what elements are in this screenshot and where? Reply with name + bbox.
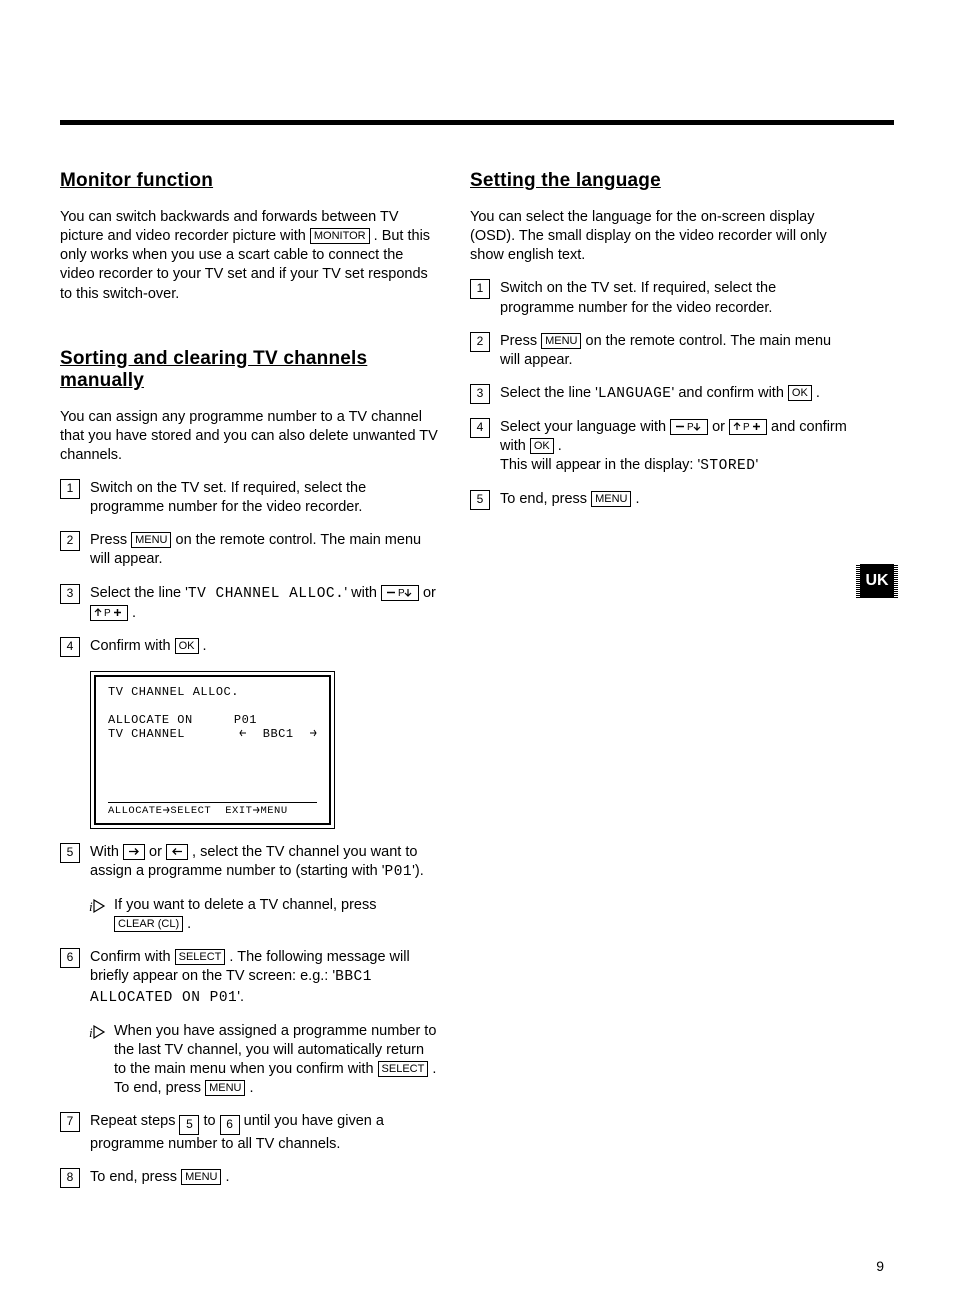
page: UK Monitor function You can switch backw…: [0, 0, 954, 1302]
osd-screen: TV CHANNEL ALLOC. ALLOCATE ONP01 TV CHAN…: [90, 671, 335, 829]
heading-language: Setting the language: [470, 170, 850, 192]
select-button-label: SELECT: [175, 949, 226, 965]
step-2: 2 Press MENU on the remote control. The …: [60, 531, 440, 569]
language-intro: You can select the language for the on-s…: [470, 208, 850, 265]
osd-title: TV CHANNEL ALLOC.: [108, 685, 317, 699]
svg-text:P: P: [104, 608, 111, 617]
step-5: 5 With or , select the TV channel you wa…: [60, 843, 440, 882]
left-arrow-button: [166, 844, 188, 860]
right-arrow-button: [123, 844, 145, 860]
menu-button-label: MENU: [591, 491, 631, 507]
step-7: 7 Repeat steps 5 to 6 until you have giv…: [60, 1112, 440, 1154]
step-3: 3 Select the line 'TV CHANNEL ALLOC.' wi…: [60, 584, 440, 623]
step-number: 5: [470, 490, 490, 510]
step-number: 5: [60, 843, 80, 863]
step-body: Repeat steps 5 to 6 until you have given…: [90, 1112, 440, 1154]
svg-text:P: P: [398, 588, 405, 597]
step-8: 8 To end, press MENU .: [60, 1168, 440, 1188]
step-number: 3: [470, 384, 490, 404]
step-ref: 5: [179, 1115, 199, 1135]
uk-tab: UK: [860, 564, 894, 598]
svg-text:i: i: [89, 1025, 93, 1040]
svg-text:i: i: [89, 899, 93, 914]
step-number: 7: [60, 1112, 80, 1132]
heading-monitor-function: Monitor function: [60, 170, 440, 192]
sorting-intro: You can assign any programme number to a…: [60, 408, 440, 465]
ok-button-label: OK: [530, 438, 554, 454]
p-minus-button: P: [381, 585, 419, 601]
step-5: 5 To end, press MENU .: [470, 490, 850, 510]
step-number: 1: [470, 279, 490, 299]
step-1: 1 Switch on the TV set. If required, sel…: [60, 479, 440, 517]
left-column: Monitor function You can switch backward…: [60, 170, 440, 1202]
step-number: 2: [470, 332, 490, 352]
menu-button-label: MENU: [181, 1169, 221, 1185]
step-body: Select the line 'LANGUAGE' and confirm w…: [500, 384, 850, 404]
step-body: Select your language with P or P and con…: [500, 418, 850, 476]
step-body: To end, press MENU .: [500, 490, 850, 510]
right-column: Setting the language You can select the …: [470, 170, 850, 1202]
svg-text:P: P: [743, 422, 750, 431]
page-number: 9: [876, 1258, 884, 1274]
heading-sorting: Sorting and clearing TV channels manuall…: [60, 348, 440, 392]
clear-button-label: CLEAR (CL): [114, 916, 183, 932]
step-1: 1 Switch on the TV set. If required, sel…: [470, 279, 850, 317]
note-body: If you want to delete a TV channel, pres…: [114, 896, 440, 934]
menu-button-label: MENU: [131, 532, 171, 548]
step-body: Confirm with OK .: [90, 637, 440, 657]
info-icon: i: [88, 1024, 106, 1099]
step-body: Press MENU on the remote control. The ma…: [500, 332, 850, 370]
step-3: 3 Select the line 'LANGUAGE' and confirm…: [470, 384, 850, 404]
step-body: Press MENU on the remote control. The ma…: [90, 531, 440, 569]
ok-button-label: OK: [175, 638, 199, 654]
step-body: Switch on the TV set. If required, selec…: [500, 279, 850, 317]
step-4: 4 Select your language with P or P and c…: [470, 418, 850, 476]
monitor-button-label: MONITOR: [310, 228, 370, 244]
step-number: 3: [60, 584, 80, 604]
select-button-label: SELECT: [378, 1061, 429, 1077]
top-rule: [60, 120, 894, 125]
step-6: 6 Confirm with SELECT . The following me…: [60, 948, 440, 1007]
note-body: When you have assigned a programme numbe…: [114, 1022, 440, 1099]
step-ref: 6: [220, 1115, 240, 1135]
step-number: 4: [470, 418, 490, 438]
step-2: 2 Press MENU on the remote control. The …: [470, 332, 850, 370]
ok-button-label: OK: [788, 385, 812, 401]
step-number: 1: [60, 479, 80, 499]
info-icon: i: [88, 898, 106, 934]
menu-button-label: MENU: [541, 333, 581, 349]
step-number: 2: [60, 531, 80, 551]
p-plus-button: P: [90, 605, 128, 621]
svg-text:P: P: [687, 422, 694, 431]
step-body: To end, press MENU .: [90, 1168, 440, 1188]
step-number: 8: [60, 1168, 80, 1188]
menu-button-label: MENU: [205, 1080, 245, 1096]
step-number: 6: [60, 948, 80, 968]
step-number: 4: [60, 637, 80, 657]
step-body: With or , select the TV channel you want…: [90, 843, 440, 882]
step-4: 4 Confirm with OK .: [60, 637, 440, 657]
columns: Monitor function You can switch backward…: [60, 170, 894, 1202]
step-body: Switch on the TV set. If required, selec…: [90, 479, 440, 517]
monitor-paragraph: You can switch backwards and forwards be…: [60, 208, 440, 304]
osd-footer: ALLOCATESELECT EXITMENU: [108, 802, 317, 817]
osd-row: ALLOCATE ONP01: [108, 713, 317, 727]
step-body: Confirm with SELECT . The following mess…: [90, 948, 440, 1007]
p-plus-button: P: [729, 419, 767, 435]
step-body: Select the line 'TV CHANNEL ALLOC.' with…: [90, 584, 440, 623]
p-minus-button: P: [670, 419, 708, 435]
note: i When you have assigned a programme num…: [88, 1022, 440, 1099]
note: i If you want to delete a TV channel, pr…: [88, 896, 440, 934]
osd-row: TV CHANNEL BBC1: [108, 727, 317, 741]
